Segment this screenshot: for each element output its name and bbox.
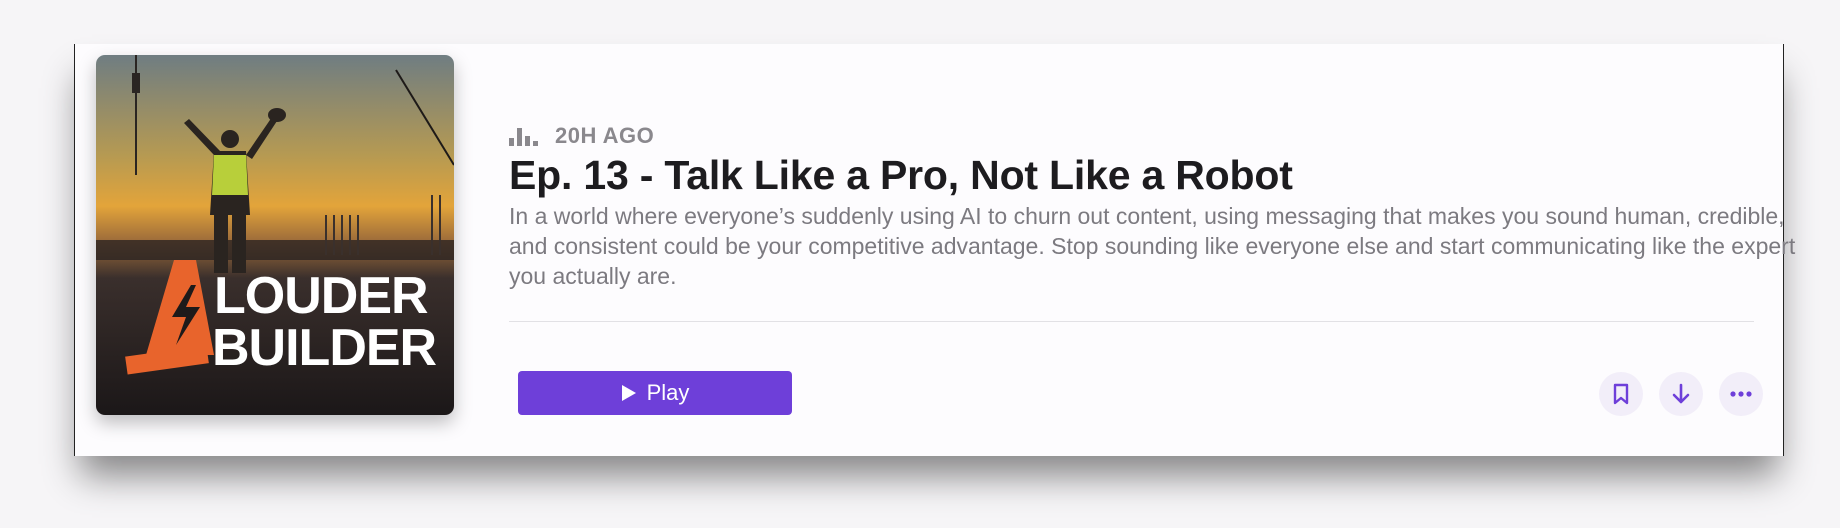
download-arrow-icon xyxy=(1672,383,1690,404)
play-button[interactable]: Play xyxy=(518,371,792,415)
episode-actions xyxy=(1599,372,1763,416)
download-button[interactable] xyxy=(1659,372,1703,416)
episode-card: LOUDER BUILDER 20H AGO Ep. 13 - Talk Lik… xyxy=(74,44,1795,456)
artwork-title-line2: BUILDER xyxy=(212,319,437,377)
divider xyxy=(509,321,1754,322)
episode-meta: 20H AGO xyxy=(509,122,654,150)
podcast-artwork[interactable]: LOUDER BUILDER xyxy=(96,55,454,415)
more-ellipsis-icon xyxy=(1730,391,1752,397)
episode-info: 20H AGO Ep. 13 - Talk Like a Pro, Not Li… xyxy=(509,44,1795,456)
episode-time-ago: 20H AGO xyxy=(555,123,655,148)
play-button-label: Play xyxy=(646,380,690,405)
episode-description: In a world where everyone’s suddenly usi… xyxy=(509,203,1796,289)
episode-title[interactable]: Ep. 13 - Talk Like a Pro, Not Like a Rob… xyxy=(509,152,1293,199)
episode-bars-icon xyxy=(509,128,538,146)
play-icon xyxy=(621,385,636,401)
artwork-title-line1: LOUDER xyxy=(214,267,428,325)
more-button[interactable] xyxy=(1719,372,1763,416)
bookmark-button[interactable] xyxy=(1599,372,1643,416)
bookmark-icon xyxy=(1613,383,1629,405)
